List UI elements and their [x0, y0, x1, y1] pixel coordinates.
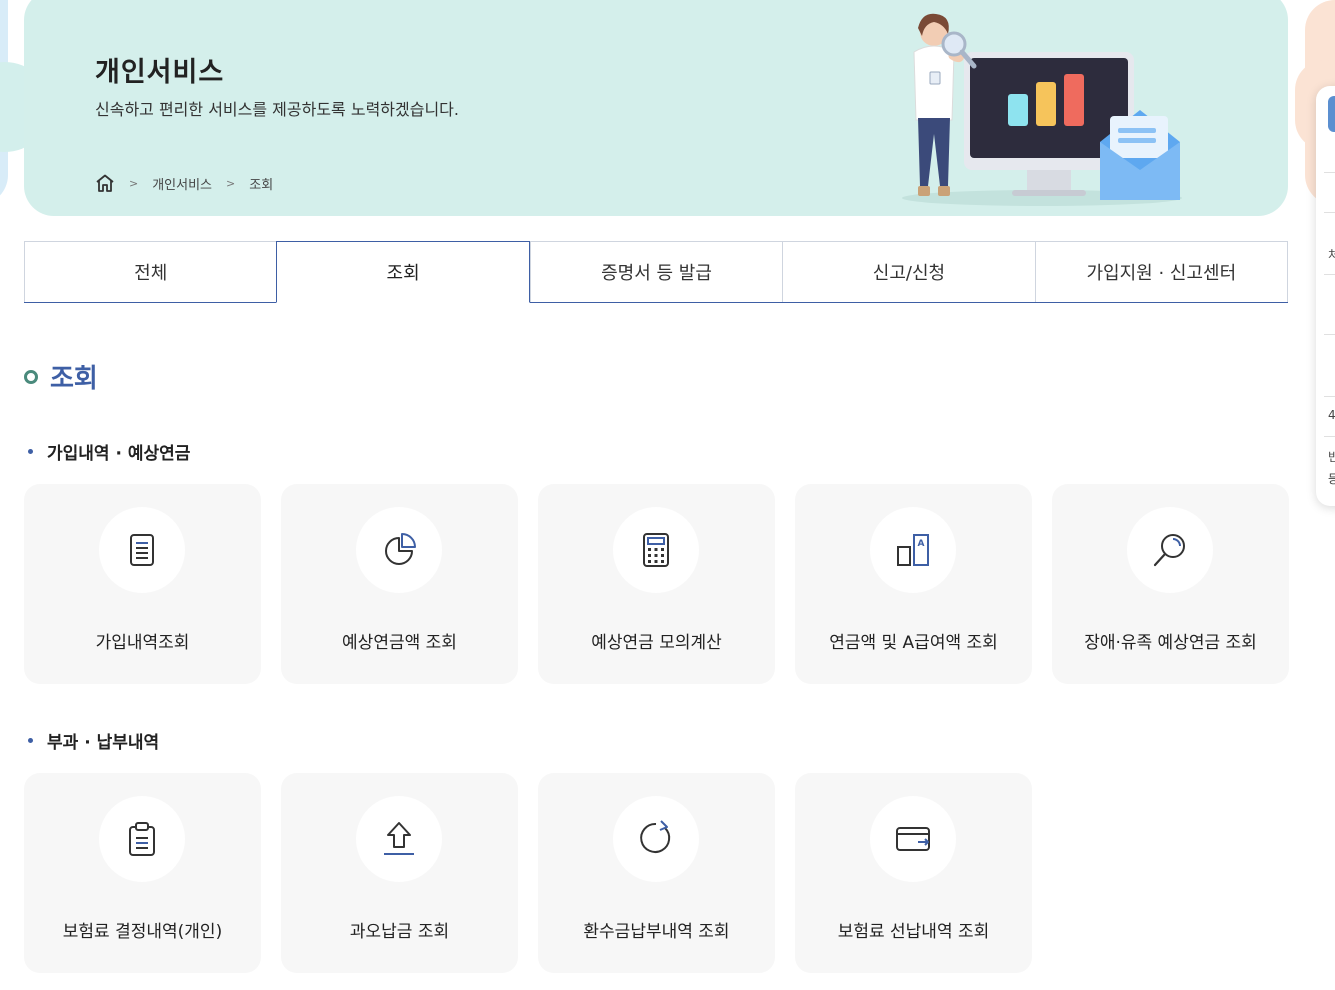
card-label: 예상연금액 조회 — [342, 633, 457, 653]
card-label: 예상연금 모의계산 — [591, 633, 722, 653]
upload-arrow-icon — [356, 796, 442, 882]
card-label: 연금액 및 A급여액 조회 — [829, 633, 998, 653]
tab-certificates[interactable]: 증명서 등 발급 — [529, 241, 783, 302]
card-label: 과오납금 조회 — [349, 922, 450, 942]
calculator-icon — [613, 507, 699, 593]
tab-support-center[interactable]: 가입지원 · 신고센터 — [1034, 241, 1289, 302]
tab-all[interactable]: 전체 — [24, 241, 277, 302]
chevron-right-icon: > — [226, 176, 236, 190]
quick-menu-item-text[interactable]: 4 — [1328, 408, 1335, 422]
card-premium-decision[interactable]: 보험료 결정내역(개인) — [24, 773, 261, 973]
compare-a-icon: A — [870, 507, 956, 593]
page-subtitle: 신속하고 편리한 서비스를 제공하도록 노력하겠습니다. — [95, 100, 459, 119]
bullet-dot-icon — [28, 449, 33, 454]
group-title: 가입내역 · 예상연금 — [47, 444, 191, 464]
card-expected-pension[interactable]: 예상연금액 조회 — [281, 484, 518, 684]
group-heading: 가입내역 · 예상연금 — [28, 439, 190, 464]
clipboard-icon — [99, 796, 185, 882]
card-label: 가입내역조회 — [95, 633, 190, 653]
tab-inquiry[interactable]: 조회 — [276, 241, 530, 303]
card-label: 환수금납부내역 조회 — [583, 922, 730, 942]
tab-report-apply[interactable]: 신고/신청 — [782, 241, 1035, 302]
breadcrumb-item-current: 조회 — [249, 177, 274, 193]
card-disability-survivor-pension[interactable]: 장애·유족 예상연금 조회 — [1052, 484, 1289, 684]
wallet-icon — [870, 796, 956, 882]
card-label: 보험료 결정내역(개인) — [62, 922, 223, 942]
card-grid: 가입내역조회 예상연금액 조회 예상연금 모의계산 A 연금액 및 A급여액 조… — [24, 484, 1289, 684]
breadcrumb: > 개인서비스 > 조회 — [95, 172, 273, 194]
magnifier-icon — [1127, 507, 1213, 593]
card-prepayment[interactable]: 보험료 선납내역 조회 — [795, 773, 1032, 973]
chevron-right-icon: > — [129, 176, 139, 190]
card-enrollment-history[interactable]: 가입내역조회 — [24, 484, 261, 684]
card-label: 보험료 선납내역 조회 — [837, 922, 990, 942]
card-label: 장애·유족 예상연금 조회 — [1084, 633, 1257, 653]
home-icon[interactable] — [95, 174, 115, 192]
card-overpayment[interactable]: 과오납금 조회 — [281, 773, 518, 973]
group-title: 부과 · 납부내역 — [47, 733, 160, 753]
quick-menu-header — [1328, 96, 1335, 132]
divider — [1324, 396, 1335, 397]
section-title: 조회 — [50, 364, 98, 394]
divider — [1324, 436, 1335, 437]
quick-menu-panel[interactable]: 처 4 빈 등 — [1316, 86, 1335, 506]
quick-menu-item-text[interactable]: 빈 — [1328, 448, 1335, 465]
quick-menu-item-text[interactable]: 등 — [1328, 470, 1335, 487]
ring-bullet-icon — [24, 369, 38, 384]
divider — [1324, 172, 1335, 173]
divider — [1324, 274, 1335, 275]
breadcrumb-item-personal[interactable]: 개인서비스 — [152, 174, 212, 193]
card-grid: 보험료 결정내역(개인) 과오납금 조회 환수금납부내역 조회 보험료 선납내역… — [24, 773, 1032, 973]
page-title: 개인서비스 — [95, 57, 225, 88]
quick-menu-item-text[interactable]: 처 — [1328, 246, 1335, 263]
refresh-icon — [613, 796, 699, 882]
group-heading: 부과 · 납부내역 — [28, 728, 159, 753]
card-refund-payment[interactable]: 환수금납부내역 조회 — [538, 773, 775, 973]
divider — [1324, 212, 1335, 213]
svg-text:A: A — [918, 539, 925, 549]
bullet-dot-icon — [28, 738, 33, 743]
category-tabs: 전체 조회 증명서 등 발급 신고/신청 가입지원 · 신고센터 — [24, 241, 1289, 303]
card-pension-a-benefit[interactable]: A 연금액 및 A급여액 조회 — [795, 484, 1032, 684]
pie-chart-icon — [356, 507, 442, 593]
divider — [1324, 334, 1335, 335]
document-icon — [99, 507, 185, 593]
card-pension-simulation[interactable]: 예상연금 모의계산 — [538, 484, 775, 684]
section-heading: 조회 — [24, 358, 98, 395]
hero-illustration — [902, 13, 1182, 206]
